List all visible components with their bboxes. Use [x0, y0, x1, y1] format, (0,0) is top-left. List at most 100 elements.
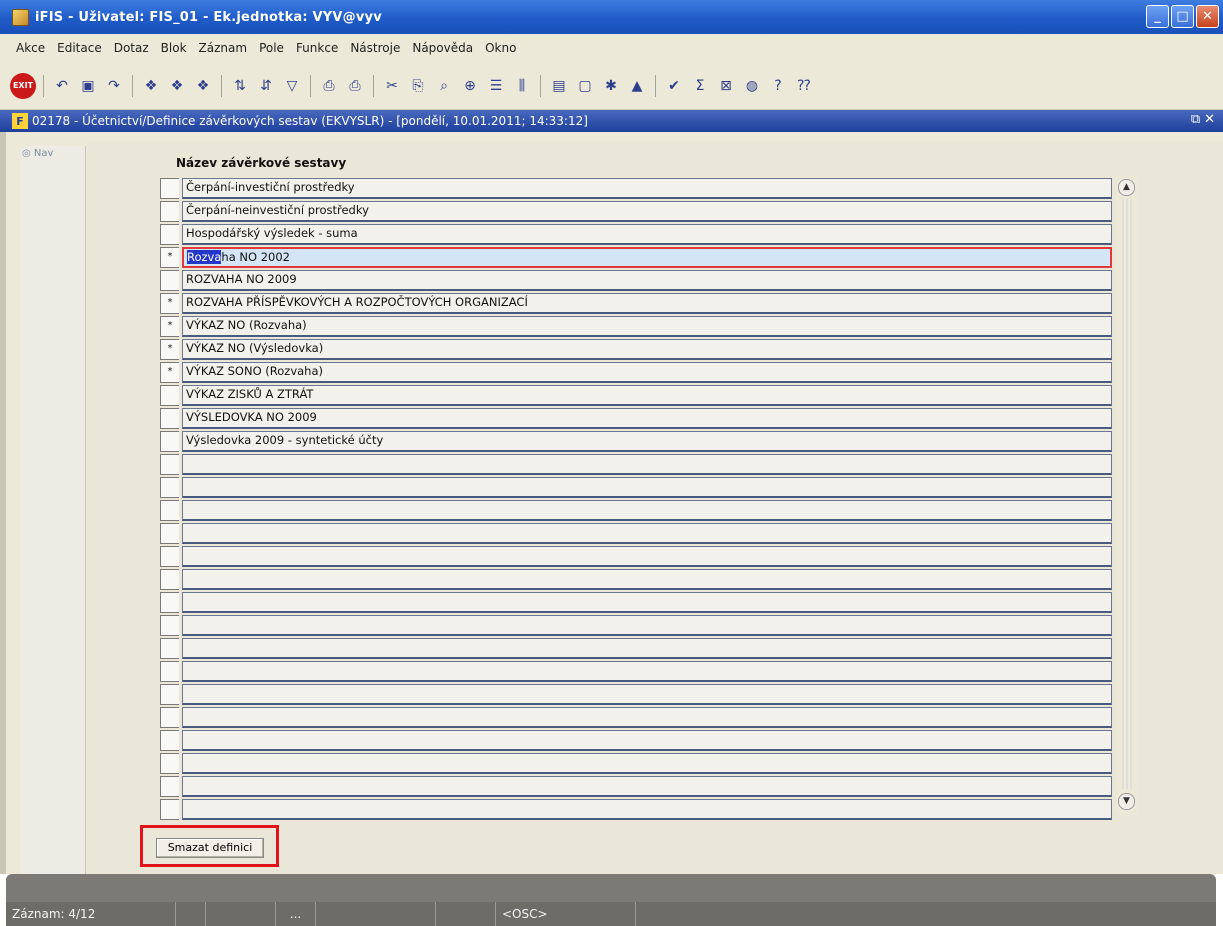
table-row[interactable]: * ROZVAHA PŘÍSPĚVKOVÝCH A ROZPOČTOVÝCH O…: [160, 292, 1112, 315]
report-name-field[interactable]: [182, 730, 1112, 751]
report-name-field[interactable]: [182, 477, 1112, 498]
help-icon[interactable]: ?: [767, 75, 789, 97]
record-marker[interactable]: [160, 546, 179, 567]
maximize-icon[interactable]: □: [1171, 5, 1194, 28]
record-marker[interactable]: [160, 477, 179, 498]
table-row[interactable]: * VÝKAZ NO (Rozvaha): [160, 315, 1112, 338]
table-row[interactable]: Čerpání-investiční prostředky: [160, 177, 1112, 200]
report-name-field[interactable]: Čerpání-neinvestiční prostředky: [182, 201, 1112, 222]
report-name-field[interactable]: VÝKAZ NO (Rozvaha): [182, 316, 1112, 337]
minimize-icon[interactable]: _: [1146, 5, 1169, 28]
menu-akce[interactable]: Akce: [14, 39, 47, 57]
table-row[interactable]: Hospodářský výsledek - suma: [160, 223, 1112, 246]
record-marker[interactable]: [160, 592, 179, 613]
record-marker[interactable]: [160, 178, 179, 199]
table-row-empty[interactable]: [160, 660, 1112, 683]
report-name-field-active[interactable]: Rozvaha NO 2002: [182, 247, 1112, 268]
delete-definition-button[interactable]: Smazat definici: [156, 838, 264, 858]
table-row-empty[interactable]: [160, 453, 1112, 476]
table-row-empty[interactable]: [160, 775, 1112, 798]
table-row-empty[interactable]: [160, 683, 1112, 706]
split-icon[interactable]: ⫼: [511, 75, 533, 97]
menu-dotaz[interactable]: Dotaz: [112, 39, 151, 57]
menu-zaznam[interactable]: Záznam: [197, 39, 250, 57]
report-name-field[interactable]: ROZVAHA PŘÍSPĚVKOVÝCH A ROZPOČTOVÝCH ORG…: [182, 293, 1112, 314]
table-row-current[interactable]: * Rozvaha NO 2002: [160, 246, 1112, 269]
context-help-icon[interactable]: ⁇: [793, 75, 815, 97]
table-row-empty[interactable]: [160, 614, 1112, 637]
table-row-empty[interactable]: [160, 568, 1112, 591]
globe-icon[interactable]: ◍: [741, 75, 763, 97]
columns-icon[interactable]: ☰: [485, 75, 507, 97]
record-marker[interactable]: [160, 454, 179, 475]
table-row-empty[interactable]: [160, 798, 1112, 821]
sum-icon[interactable]: Σ: [689, 75, 711, 97]
record-marker[interactable]: [160, 201, 179, 222]
paste-icon[interactable]: ⎘: [407, 75, 429, 97]
menu-funkce[interactable]: Funkce: [294, 39, 340, 57]
record-marker[interactable]: [160, 638, 179, 659]
table-row[interactable]: * VÝKAZ SONO (Rozvaha): [160, 361, 1112, 384]
close-icon[interactable]: ✕: [1196, 5, 1219, 28]
table-row[interactable]: Výsledovka 2009 - syntetické účty: [160, 430, 1112, 453]
record-marker[interactable]: [160, 224, 179, 245]
report-name-field[interactable]: [182, 615, 1112, 636]
scroll-down-icon[interactable]: ▼: [1118, 793, 1135, 810]
nav-panel[interactable]: ◎ Nav: [20, 146, 86, 874]
save-icon[interactable]: ▣: [77, 75, 99, 97]
report-name-field[interactable]: [182, 592, 1112, 613]
report-name-field[interactable]: Čerpání-investiční prostředky: [182, 178, 1112, 199]
record-marker[interactable]: [160, 753, 179, 774]
table-row[interactable]: * VÝKAZ NO (Výsledovka): [160, 338, 1112, 361]
record-marker[interactable]: *: [160, 339, 179, 360]
menu-pole[interactable]: Pole: [257, 39, 286, 57]
record-marker[interactable]: *: [160, 247, 179, 268]
exit-icon[interactable]: EXIT: [10, 72, 36, 99]
form-window-controls[interactable]: ⧉✕: [1191, 112, 1219, 127]
record-marker[interactable]: *: [160, 362, 179, 383]
record-marker[interactable]: *: [160, 293, 179, 314]
undo-icon[interactable]: ↶: [51, 75, 73, 97]
menu-napoveda[interactable]: Nápověda: [410, 39, 475, 57]
delete-record-icon[interactable]: ❖: [192, 75, 214, 97]
menu-okno[interactable]: Okno: [483, 39, 518, 57]
table-row-empty[interactable]: [160, 522, 1112, 545]
record-marker[interactable]: [160, 500, 179, 521]
tree-icon[interactable]: ✱: [600, 75, 622, 97]
record-marker[interactable]: [160, 707, 179, 728]
report-name-field[interactable]: VÝKAZ NO (Výsledovka): [182, 339, 1112, 360]
report-name-field[interactable]: [182, 569, 1112, 590]
report-name-field[interactable]: ROZVAHA NO 2009: [182, 270, 1112, 291]
record-marker[interactable]: [160, 615, 179, 636]
report-name-field[interactable]: [182, 799, 1112, 820]
table-row[interactable]: ROZVAHA NO 2009: [160, 269, 1112, 292]
report-name-field[interactable]: [182, 523, 1112, 544]
report-name-field[interactable]: [182, 638, 1112, 659]
report-name-field[interactable]: [182, 661, 1112, 682]
table-row-empty[interactable]: [160, 545, 1112, 568]
menu-blok[interactable]: Blok: [159, 39, 189, 57]
report-name-field[interactable]: [182, 546, 1112, 567]
cut-icon[interactable]: ✂: [381, 75, 403, 97]
report-name-field[interactable]: [182, 454, 1112, 475]
menu-editace[interactable]: Editace: [55, 39, 104, 57]
record-marker[interactable]: [160, 431, 179, 452]
sort-asc-icon[interactable]: ⇅: [229, 75, 251, 97]
excel-icon[interactable]: ⊠: [715, 75, 737, 97]
triangle-icon[interactable]: ▲: [626, 75, 648, 97]
vertical-scrollbar[interactable]: ▲ ▼: [1116, 177, 1138, 814]
scroll-track[interactable]: [1122, 199, 1132, 789]
record-marker[interactable]: [160, 799, 179, 820]
table-row[interactable]: VÝKAZ ZISKŮ A ZTRÁT: [160, 384, 1112, 407]
find-icon[interactable]: ⌕: [433, 75, 455, 97]
table-row-empty[interactable]: [160, 476, 1112, 499]
table-row-empty[interactable]: [160, 706, 1112, 729]
record-marker[interactable]: [160, 569, 179, 590]
table-row-empty[interactable]: [160, 637, 1112, 660]
report-name-field[interactable]: Hospodářský výsledek - suma: [182, 224, 1112, 245]
table-row-empty[interactable]: [160, 591, 1112, 614]
report-name-field[interactable]: VÝKAZ ZISKŮ A ZTRÁT: [182, 385, 1112, 406]
record-marker[interactable]: [160, 730, 179, 751]
zoom-icon[interactable]: ⊕: [459, 75, 481, 97]
report-name-field[interactable]: [182, 753, 1112, 774]
